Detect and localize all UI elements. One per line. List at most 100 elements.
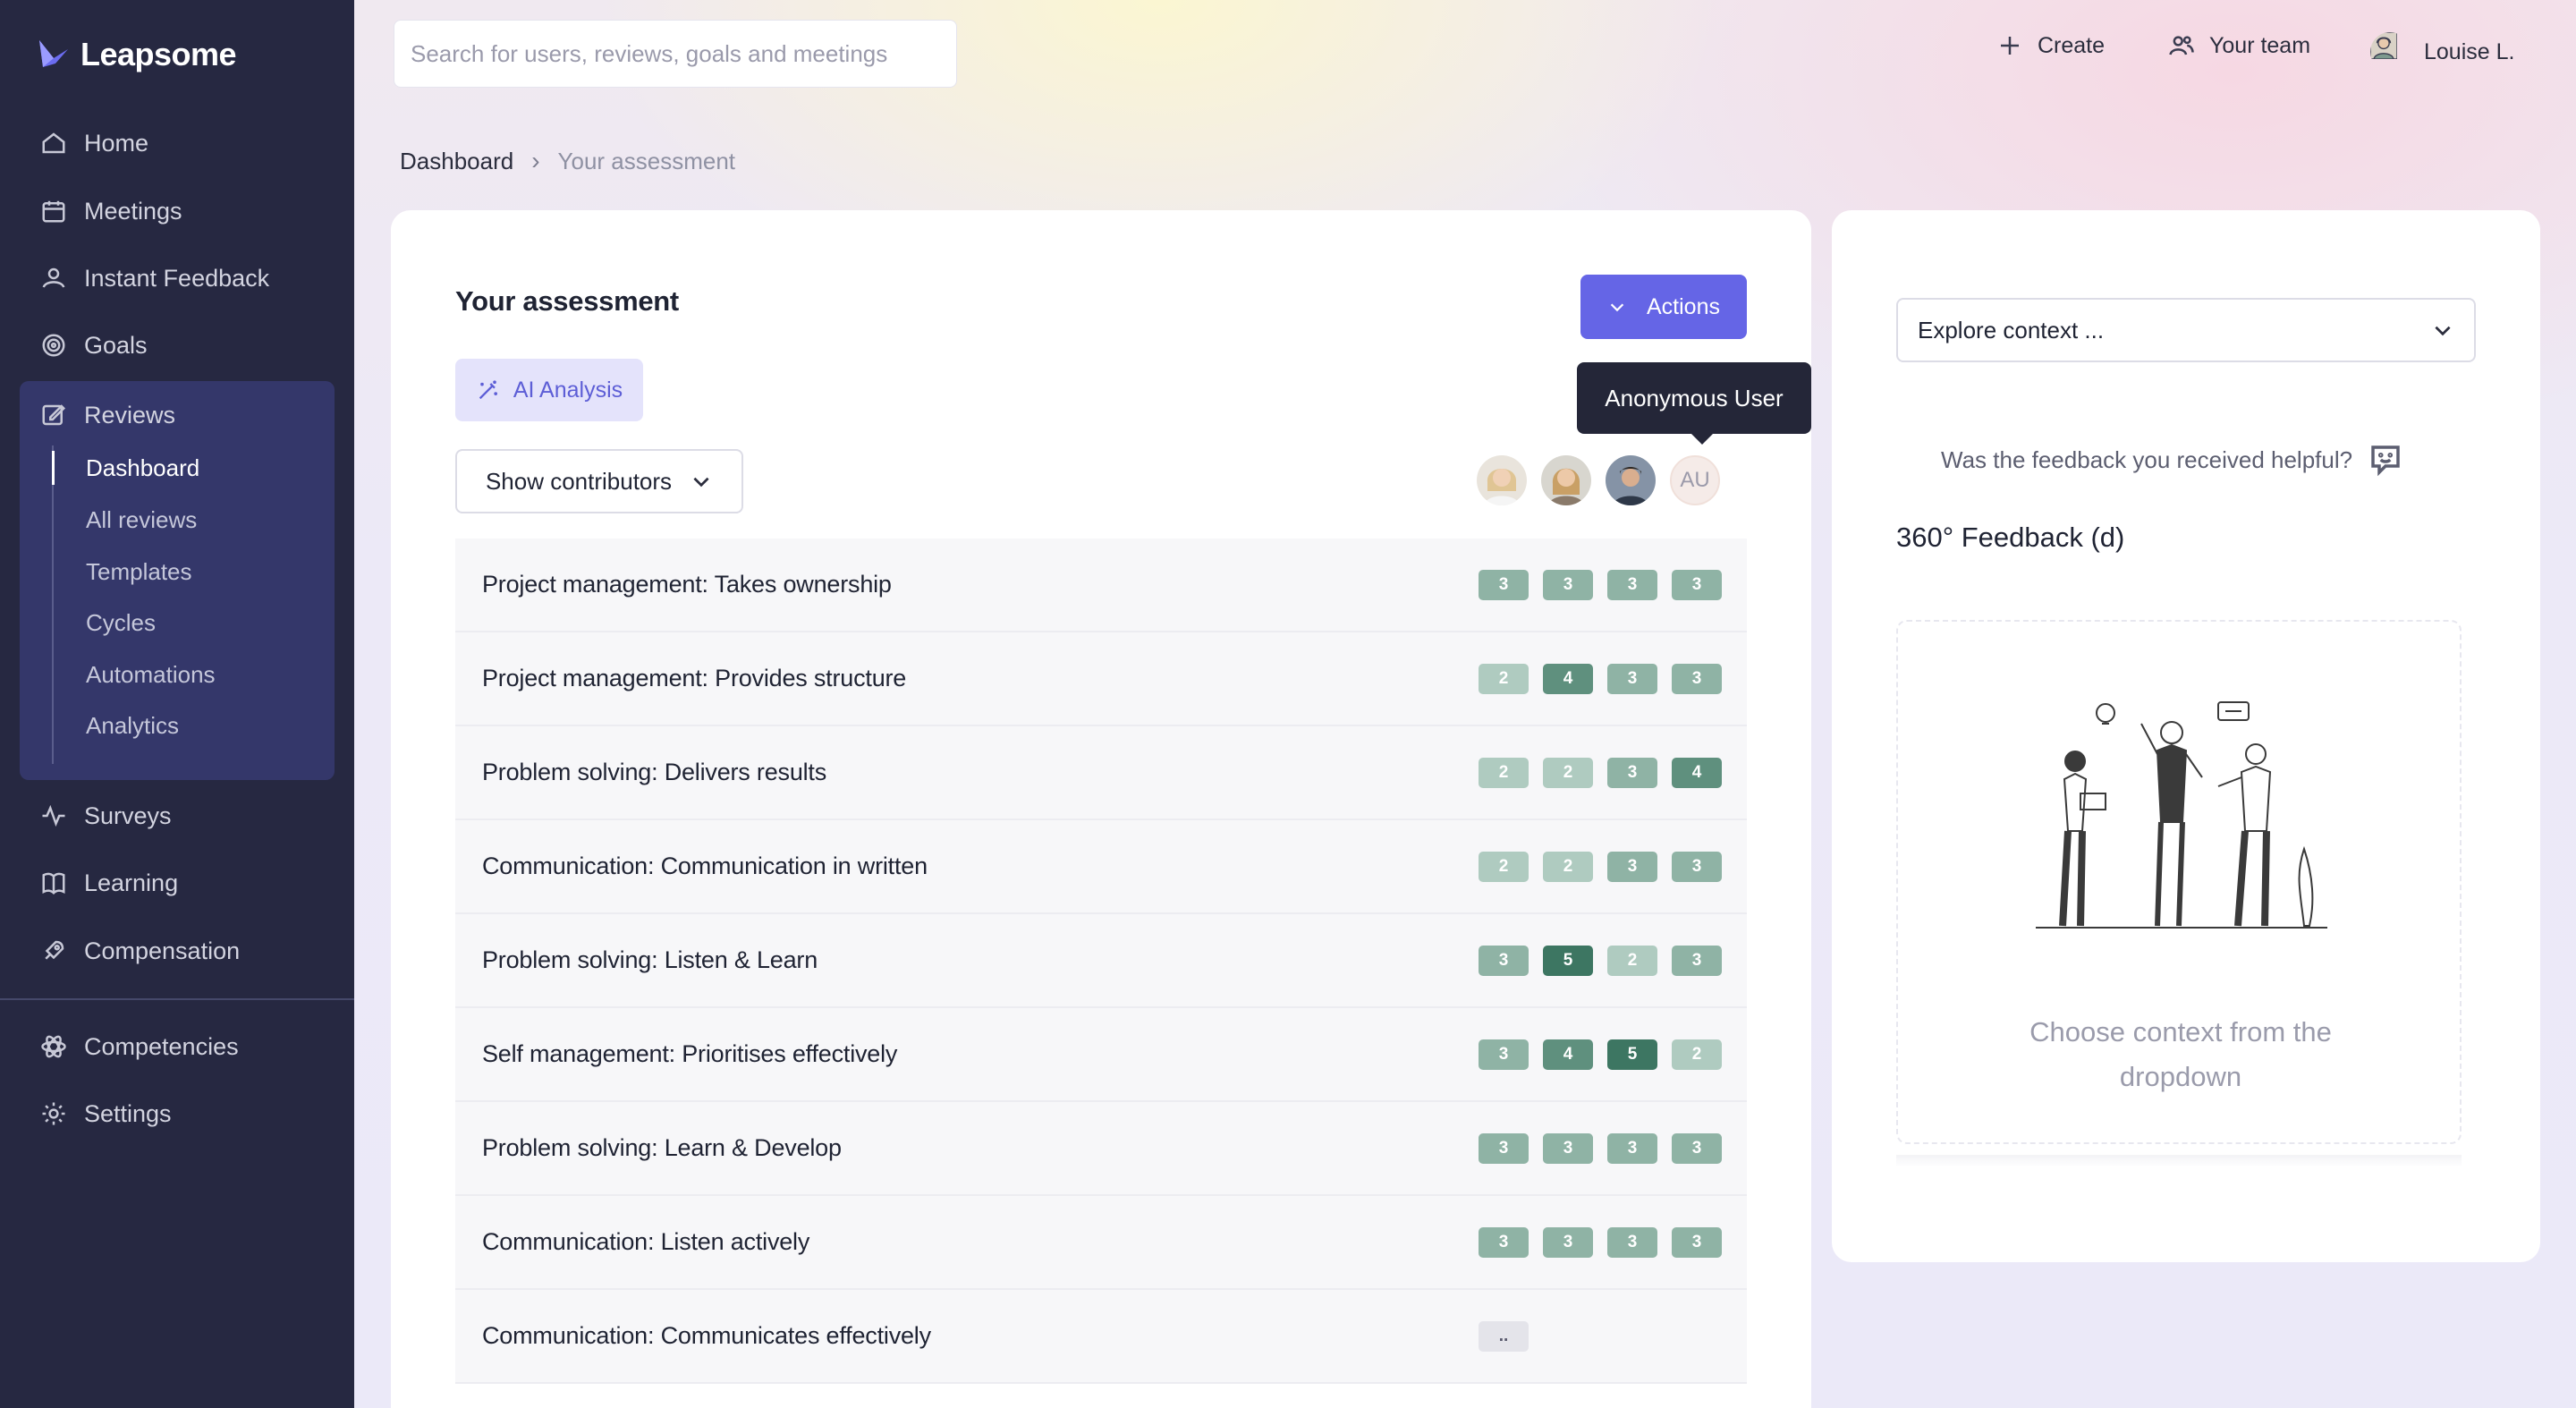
score-badge[interactable]: 3 [1607, 1226, 1657, 1258]
score-badge[interactable]: 3 [1543, 1132, 1593, 1164]
score-badges: .. [1479, 1320, 1529, 1352]
create-button[interactable]: Create [1996, 32, 2105, 59]
sidebar-item-label: Reviews [84, 401, 176, 428]
magic-wand-icon [479, 380, 497, 400]
anonymous-user-tooltip: Anonymous User [1577, 362, 1811, 445]
score-badge[interactable]: 3 [1543, 1226, 1593, 1258]
score-badge[interactable]: 5 [1607, 1039, 1657, 1070]
your-team-label: Your team [2209, 32, 2311, 58]
sidebar-item-label: Instant Feedback [84, 264, 270, 292]
sidebar-item-label: Home [84, 129, 149, 157]
score-badges: 3333 [1479, 1132, 1722, 1164]
sidebar-item-compensation[interactable]: Compensation [39, 929, 240, 972]
score-badge[interactable]: 3 [1672, 945, 1722, 976]
book-icon [39, 869, 68, 897]
app-name: Leapsome [80, 36, 237, 72]
competency-label: Communication: Communication in written [482, 852, 928, 879]
sidebar-item-competencies[interactable]: Competencies [39, 1025, 239, 1068]
sidebar-item-settings[interactable]: Settings [39, 1092, 172, 1135]
show-contributors-dropdown[interactable]: Show contributors [455, 449, 743, 513]
context-empty-state: Choose context from the dropdown [1896, 620, 2462, 1144]
user-menu[interactable]: Louise L. [2370, 32, 2514, 72]
app-logo[interactable]: Leapsome [36, 36, 237, 73]
score-badge[interactable]: 3 [1479, 569, 1529, 600]
actions-button[interactable]: Actions [1580, 275, 1747, 339]
sidebar-item-meetings[interactable]: Meetings [39, 190, 182, 233]
competency-row[interactable]: Communication: Communicates effectively.… [455, 1290, 1747, 1384]
sidebar-item-learning[interactable]: Learning [39, 861, 178, 904]
score-badge[interactable]: 3 [1607, 569, 1657, 600]
page-title: Your assessment [455, 285, 679, 317]
competency-row[interactable]: Problem solving: Delivers results 2 2 3 4 [455, 726, 1747, 820]
explore-context-select[interactable]: Explore context ... [1896, 298, 2476, 362]
score-badge[interactable]: 3 [1672, 851, 1722, 882]
your-team-button[interactable]: Your team [2168, 32, 2310, 59]
score-badge[interactable]: 3 [1479, 1226, 1529, 1258]
team-icon [2169, 36, 2194, 55]
score-badge[interactable]: 3 [1479, 1132, 1529, 1164]
score-badges: 3333 [1479, 1226, 1722, 1258]
score-badge[interactable]: 2 [1479, 757, 1529, 788]
score-badge[interactable]: 3 [1607, 663, 1657, 694]
competency-row[interactable]: Project management: Provides structure 2 4… [455, 632, 1747, 726]
helpful-question: Was the feedback you received helpful? [1941, 445, 2353, 473]
user-avatar [2370, 32, 2410, 72]
score-badge[interactable]: 3 [1672, 1132, 1722, 1164]
score-badge[interactable]: 3 [1672, 663, 1722, 694]
score-badge[interactable]: 4 [1543, 663, 1593, 694]
contributor-avatar[interactable] [1541, 455, 1591, 505]
score-badge[interactable]: 3 [1479, 1039, 1529, 1070]
pulse-icon [39, 802, 68, 830]
subnav-item-automations[interactable]: Automations [52, 652, 302, 697]
score-badge[interactable]: 2 [1543, 851, 1593, 882]
subnav-item-all-reviews[interactable]: All reviews [52, 497, 302, 542]
score-badge[interactable]: 3 [1672, 1226, 1722, 1258]
breadcrumb-dashboard[interactable]: Dashboard [400, 148, 513, 175]
competency-row[interactable]: Problem solving: Learn & Develop 3 3 3 3 [455, 1102, 1747, 1196]
ai-analysis-button[interactable]: AI Analysis [455, 359, 643, 421]
sidebar-item-reviews[interactable]: Reviews [39, 394, 175, 437]
score-badge[interactable]: 3 [1607, 1132, 1657, 1164]
contributor-avatar[interactable] [1606, 455, 1656, 505]
competency-row[interactable]: Project management: Takes ownership 3 3 3 3 [455, 539, 1747, 632]
subnav-item-templates[interactable]: Templates [52, 549, 302, 594]
feedback-helpful-prompt: Was the feedback you received helpful? [1941, 441, 2404, 479]
target-icon [39, 331, 68, 360]
panel-shadow [1896, 1155, 2462, 1167]
score-badge[interactable]: 5 [1543, 945, 1593, 976]
sidebar-item-surveys[interactable]: Surveys [39, 794, 172, 837]
breadcrumb-separator: › [531, 147, 540, 174]
subnav-item-analytics[interactable]: Analytics [52, 703, 302, 748]
competency-row[interactable]: Self management: Prioritises effectively… [455, 1008, 1747, 1102]
subnav-item-cycles[interactable]: Cycles [52, 600, 302, 645]
score-badge[interactable]: 2 [1479, 663, 1529, 694]
anonymous-user-avatar[interactable]: AU [1670, 455, 1720, 505]
score-badge[interactable]: 2 [1543, 757, 1593, 788]
subnav-item-dashboard[interactable]: Dashboard [52, 445, 302, 490]
competency-label: Project management: Provides structure [482, 665, 907, 691]
sidebar-item-home[interactable]: Home [39, 122, 148, 165]
show-contributors-label: Show contributors [485, 467, 673, 495]
score-badge[interactable]: 3 [1543, 569, 1593, 600]
search-field[interactable] [394, 20, 957, 88]
contributor-avatar[interactable] [1477, 455, 1527, 505]
score-badge[interactable]: 4 [1672, 757, 1722, 788]
score-badge[interactable]: 3 [1672, 569, 1722, 600]
score-badge[interactable]: 3 [1479, 945, 1529, 976]
feedback-title: 360° Feedback (d) [1896, 522, 2125, 553]
competency-row[interactable]: Problem solving: Listen & Learn 3 5 2 3 [455, 914, 1747, 1008]
score-badge[interactable]: 3 [1607, 757, 1657, 788]
score-badge[interactable]: .. [1479, 1320, 1529, 1352]
chat-feedback-icon[interactable] [2367, 441, 2404, 479]
competency-row[interactable]: Communication: Listen actively 3 3 3 3 [455, 1196, 1747, 1290]
score-badge[interactable]: 4 [1543, 1039, 1593, 1070]
sidebar-item-goals[interactable]: Goals [39, 324, 148, 367]
score-badge[interactable]: 2 [1672, 1039, 1722, 1070]
score-badge[interactable]: 3 [1607, 851, 1657, 882]
competency-row[interactable]: Communication: Communication in written 2… [455, 820, 1747, 914]
search-input[interactable] [411, 39, 956, 68]
sidebar-item-instant-feedback[interactable]: Instant Feedback [39, 257, 269, 300]
competency-label: Communication: Communicates effectively [482, 1322, 931, 1349]
score-badge[interactable]: 2 [1479, 851, 1529, 882]
score-badge[interactable]: 2 [1607, 945, 1657, 976]
